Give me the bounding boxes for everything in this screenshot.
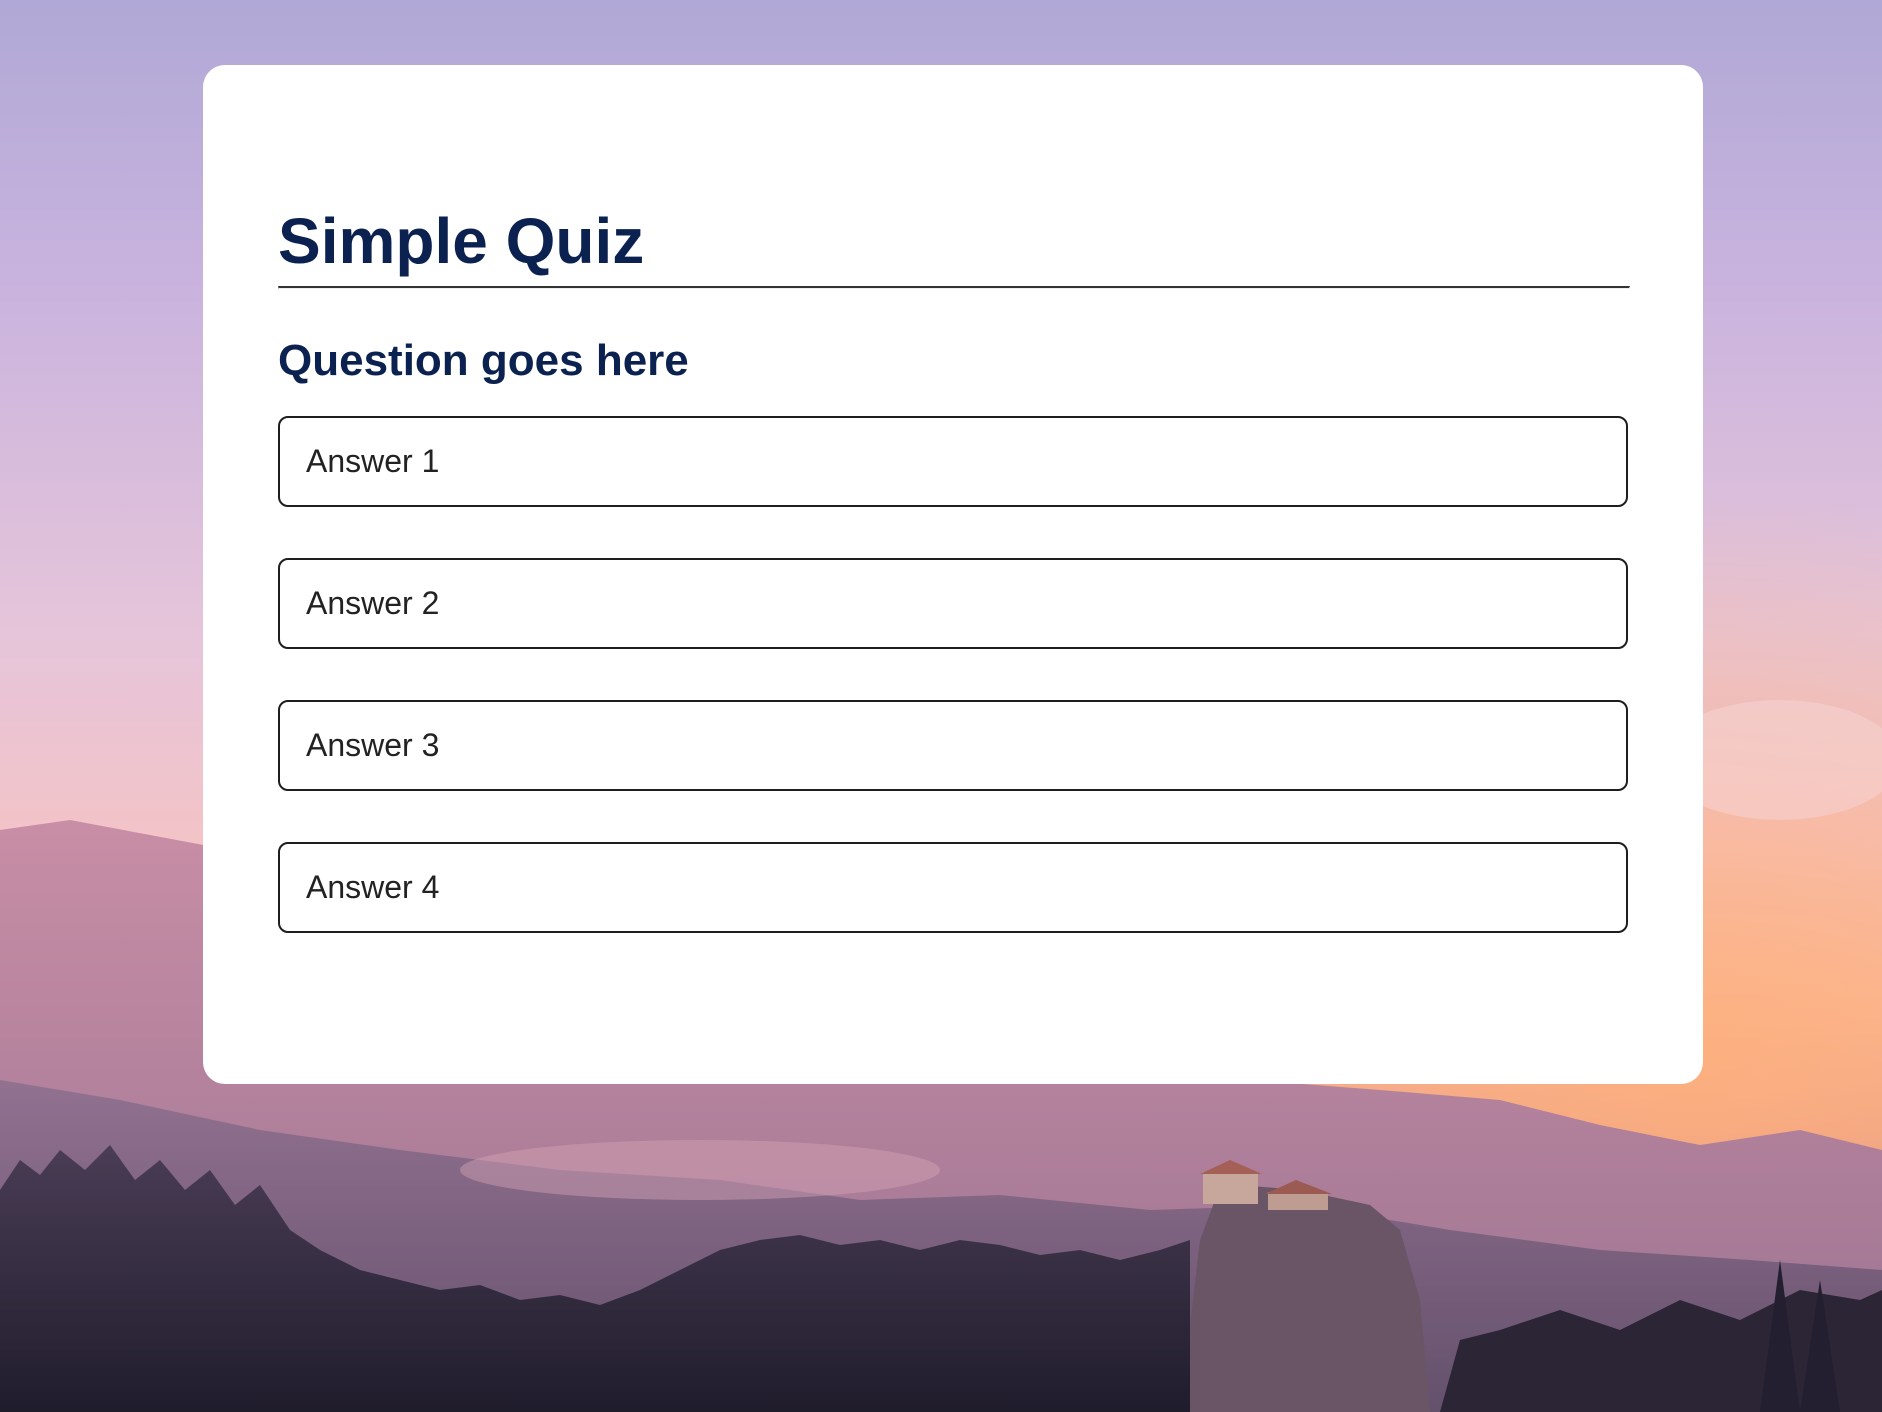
answer-button-3[interactable]: Answer 3 <box>278 700 1628 791</box>
quiz-title: Simple Quiz <box>278 205 645 277</box>
answer-list: Answer 1 Answer 2 Answer 3 Answer 4 <box>278 416 1628 984</box>
question-text: Question goes here <box>278 336 689 385</box>
answer-button-4[interactable]: Answer 4 <box>278 842 1628 933</box>
answer-button-2[interactable]: Answer 2 <box>278 558 1628 649</box>
title-divider <box>278 286 1630 289</box>
answer-button-1[interactable]: Answer 1 <box>278 416 1628 507</box>
quiz-card: Simple Quiz Question goes here Answer 1 … <box>203 65 1703 1084</box>
